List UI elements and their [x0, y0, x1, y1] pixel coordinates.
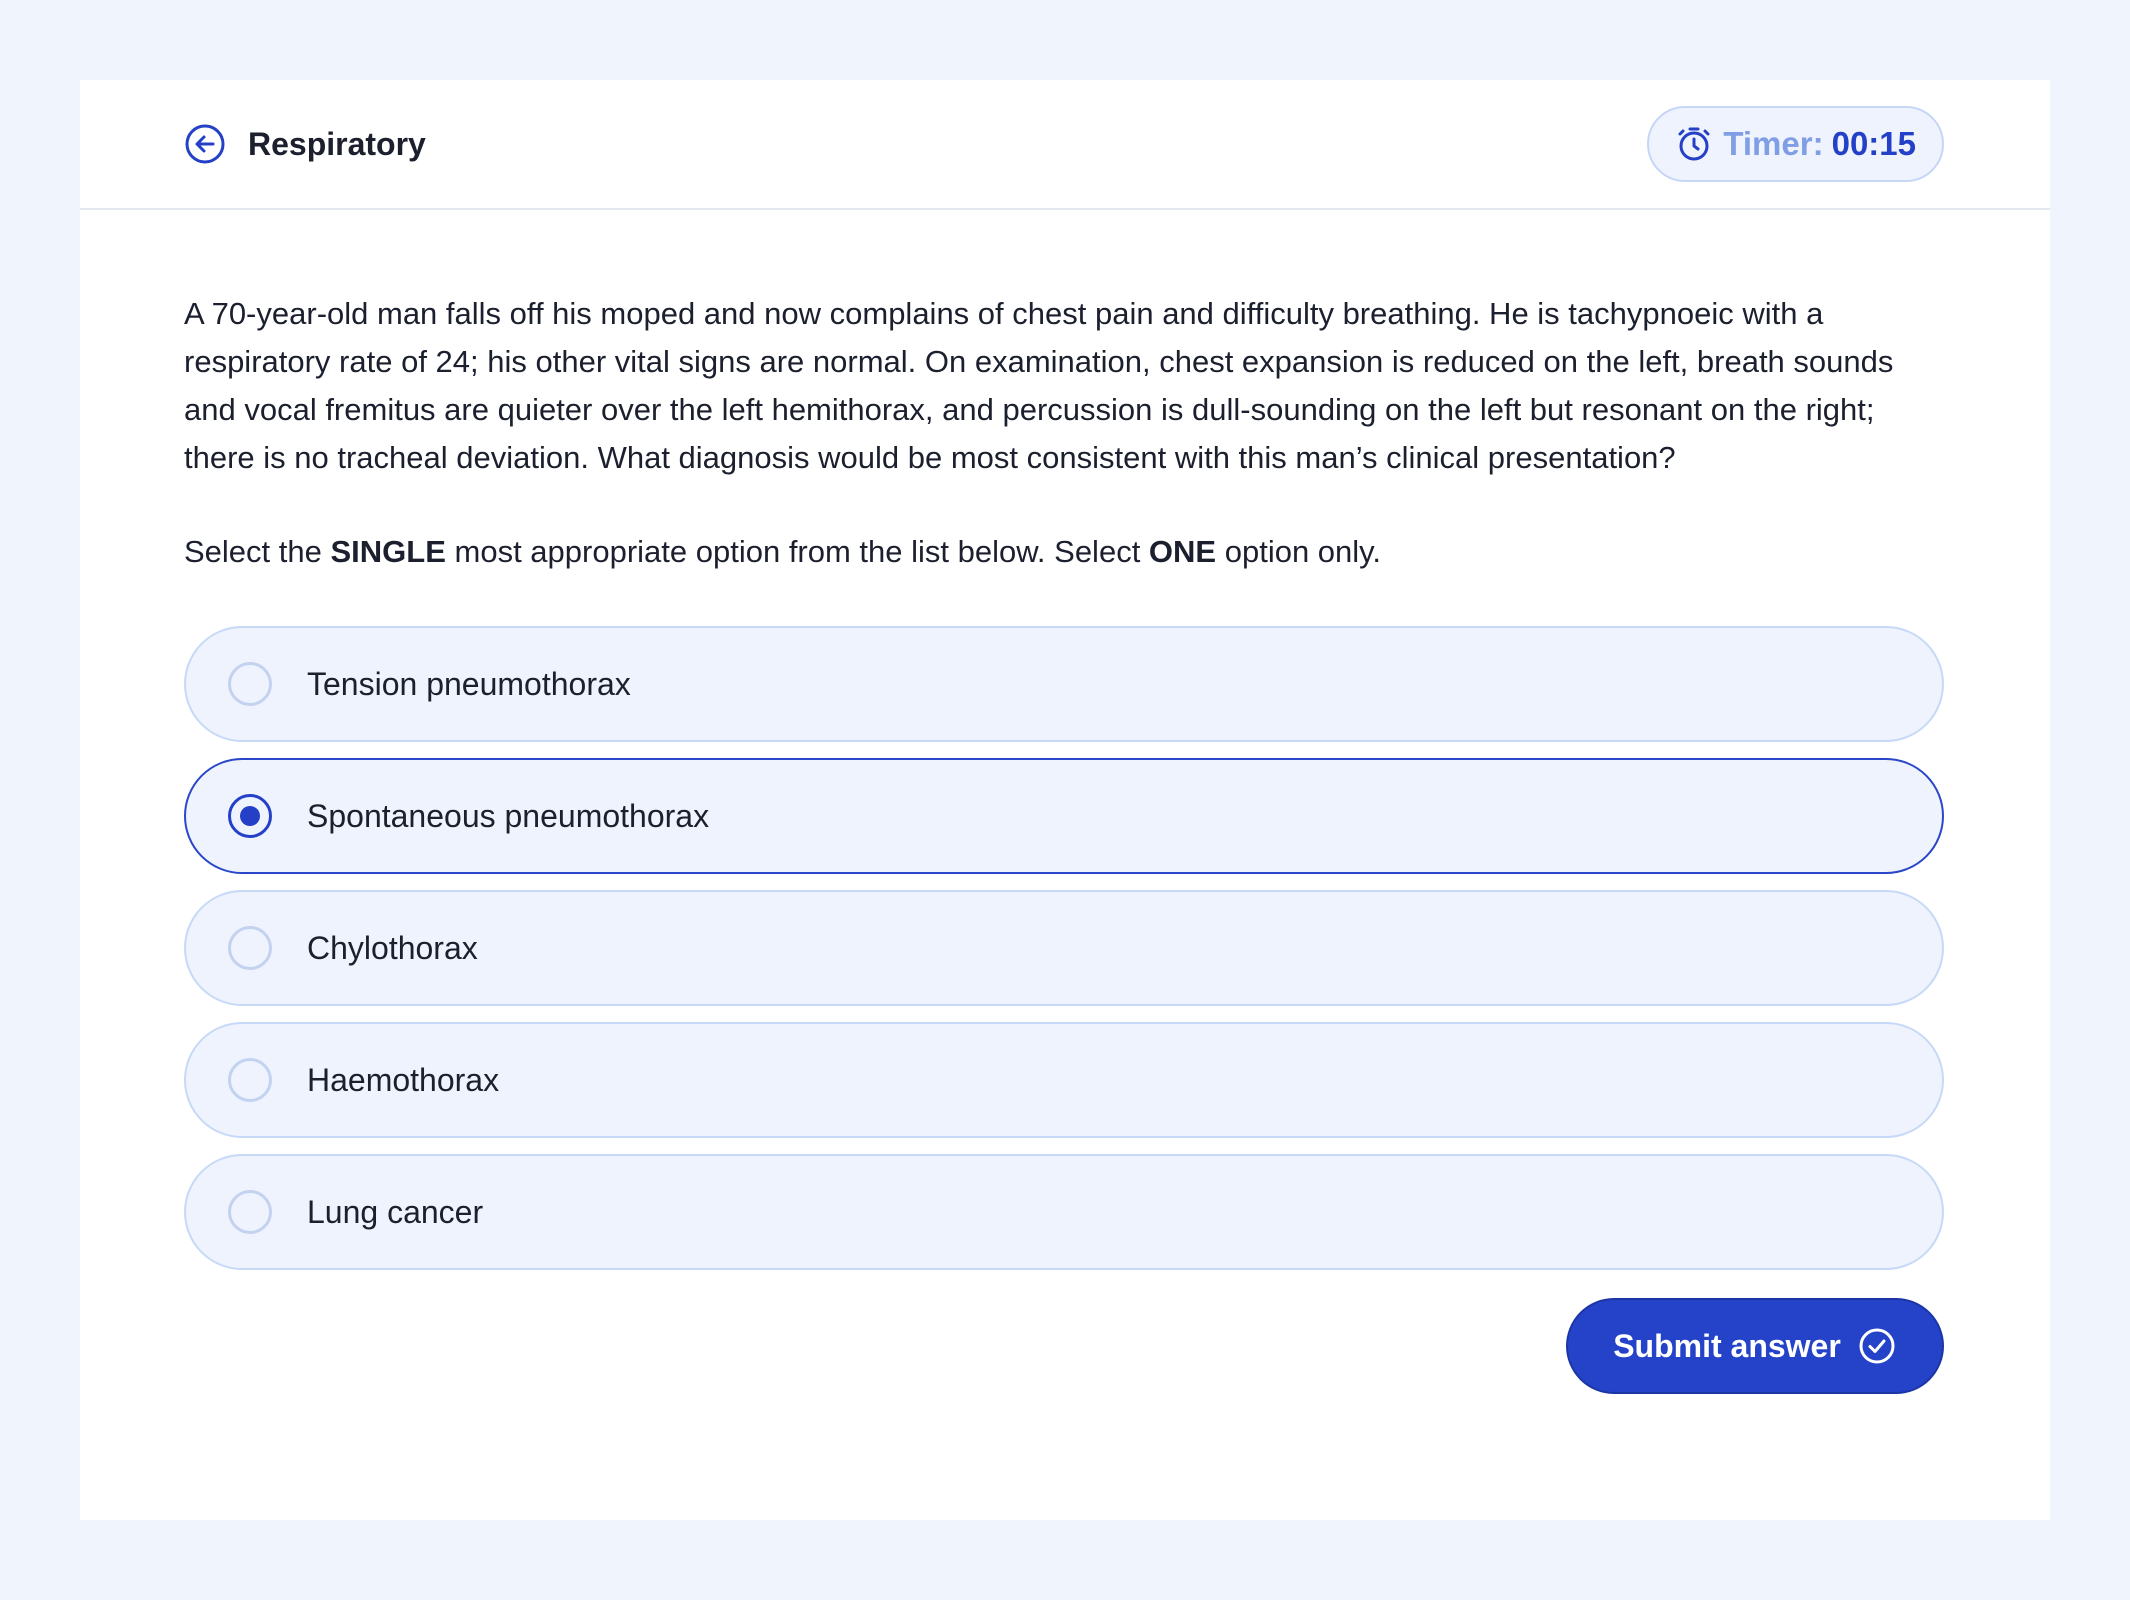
- instruction-part-3: option only.: [1216, 534, 1381, 569]
- page-title: Respiratory: [248, 125, 426, 162]
- option-haemothorax[interactable]: Haemothorax: [184, 1022, 1944, 1138]
- stopwatch-icon: [1678, 127, 1710, 161]
- instruction-emphasis-one: ONE: [1148, 534, 1217, 569]
- options-list: Tension pneumothorax Spontaneous pneumot…: [184, 626, 1944, 1270]
- option-label: Haemothorax: [307, 1061, 500, 1098]
- arrow-left-circle-icon[interactable]: [184, 123, 226, 165]
- option-spontaneous-pneumothorax[interactable]: Spontaneous pneumothorax: [184, 758, 1944, 874]
- radio-button[interactable]: [228, 1058, 272, 1102]
- option-label: Chylothorax: [307, 929, 478, 966]
- header: Respiratory Timer: 00:15: [80, 80, 2050, 210]
- instruction-part-2: most appropriate option from the list be…: [445, 534, 1149, 569]
- submit-answer-button[interactable]: Submit answer: [1566, 1298, 1944, 1394]
- timer-label: Timer:: [1723, 125, 1824, 162]
- option-lung-cancer[interactable]: Lung cancer: [184, 1154, 1944, 1270]
- question-card: Respiratory Timer: 00:15 A 70-year-old m…: [80, 80, 2050, 1520]
- radio-button[interactable]: [228, 662, 272, 706]
- option-label: Spontaneous pneumothorax: [307, 797, 710, 834]
- instruction-text: Select the SINGLE most appropriate optio…: [184, 528, 1944, 576]
- content: A 70-year-old man falls off his moped an…: [80, 290, 2050, 1394]
- option-label: Tension pneumothorax: [307, 665, 631, 702]
- timer-value: 00:15: [1831, 125, 1916, 162]
- instruction-part-1: Select the: [184, 534, 331, 569]
- radio-button[interactable]: [228, 926, 272, 970]
- footer: Submit answer: [184, 1298, 1944, 1394]
- radio-button[interactable]: [228, 1190, 272, 1234]
- question-text: A 70-year-old man falls off his moped an…: [184, 296, 1894, 475]
- header-left: Respiratory: [184, 123, 426, 165]
- check-circle-icon: [1859, 1328, 1895, 1364]
- option-chylothorax[interactable]: Chylothorax: [184, 890, 1944, 1006]
- option-tension-pneumothorax[interactable]: Tension pneumothorax: [184, 626, 1944, 742]
- option-label: Lung cancer: [307, 1193, 484, 1230]
- timer-badge: Timer: 00:15: [1647, 106, 1944, 182]
- submit-label: Submit answer: [1613, 1327, 1841, 1364]
- instruction-emphasis-single: SINGLE: [330, 534, 446, 569]
- radio-button-selected[interactable]: [228, 794, 272, 838]
